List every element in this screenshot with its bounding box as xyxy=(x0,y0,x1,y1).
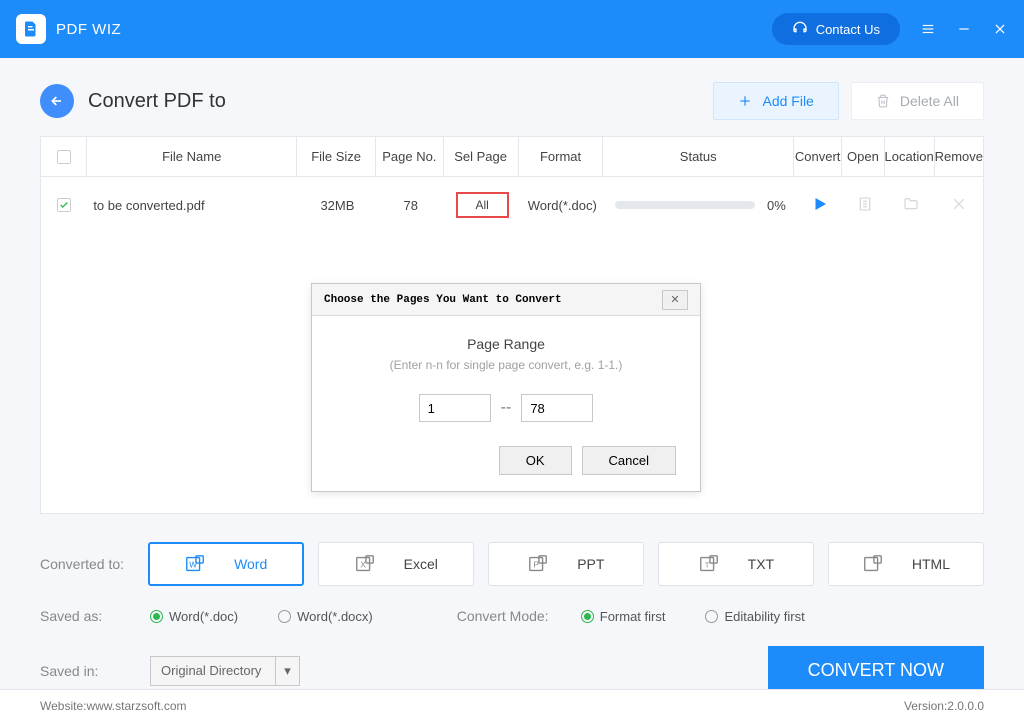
saved-in-dropdown[interactable]: Original Directory ▾ xyxy=(150,656,300,686)
window-controls xyxy=(920,21,1008,37)
th-remove: Remove xyxy=(935,137,983,176)
th-status: Status xyxy=(603,137,794,176)
converted-to-row: Converted to: W Word X Excel P PPT T TXT… xyxy=(40,542,984,586)
contact-us-label: Contact Us xyxy=(816,22,880,37)
dialog-label: Page Range xyxy=(336,336,676,352)
open-row-button[interactable] xyxy=(857,196,873,215)
sel-page-button[interactable]: All xyxy=(456,192,509,218)
convert-now-button[interactable]: CONVERT NOW xyxy=(768,646,984,695)
saved-as-row: Saved as: Word(*.doc) Word(*.docx) Conve… xyxy=(40,608,984,624)
file-icon xyxy=(857,196,873,212)
format-html-label: HTML xyxy=(912,556,950,572)
contact-us-button[interactable]: Contact Us xyxy=(772,13,900,45)
converted-to-label: Converted to: xyxy=(40,556,134,572)
convert-mode-label: Convert Mode: xyxy=(457,608,567,624)
close-icon xyxy=(951,196,967,212)
footer: Website: www.starzsoft.com Version: 2.0.… xyxy=(0,689,1024,721)
location-row-button[interactable] xyxy=(903,196,919,215)
remove-row-button[interactable] xyxy=(951,196,967,215)
th-sel-page: Sel Page xyxy=(444,137,519,176)
dialog-close-button[interactable]: ✕ xyxy=(662,290,688,310)
dialog-cancel-button[interactable]: Cancel xyxy=(582,446,676,475)
format-excel-label: Excel xyxy=(404,556,438,572)
mode-format-first-radio[interactable]: Format first xyxy=(581,609,666,624)
saved-as-label: Saved as: xyxy=(40,608,136,624)
saved-in-label: Saved in: xyxy=(40,663,136,679)
folder-icon xyxy=(903,196,919,212)
dialog-hint: (Enter n-n for single page convert, e.g.… xyxy=(336,358,676,372)
page-range-dialog: Choose the Pages You Want to Convert ✕ P… xyxy=(311,283,701,492)
saved-in-row: Saved in: Original Directory ▾ CONVERT N… xyxy=(40,646,984,695)
cell-page-no: 78 xyxy=(377,177,445,233)
add-file-label: Add File xyxy=(762,93,813,109)
th-format: Format xyxy=(519,137,604,176)
cell-format: Word(*.doc) xyxy=(520,177,605,233)
add-file-button[interactable]: Add File xyxy=(713,82,838,120)
table-header: File Name File Size Page No. Sel Page Fo… xyxy=(41,137,983,177)
app-name: PDF WIZ xyxy=(56,21,121,38)
menu-button[interactable] xyxy=(920,21,936,37)
select-all-checkbox[interactable] xyxy=(57,150,71,164)
version-value: 2.0.0.0 xyxy=(947,699,984,713)
th-size: File Size xyxy=(297,137,376,176)
format-txt-button[interactable]: T TXT xyxy=(658,542,814,586)
website-label: Website: xyxy=(40,699,86,713)
format-ppt-button[interactable]: P PPT xyxy=(488,542,644,586)
file-table: File Name File Size Page No. Sel Page Fo… xyxy=(40,136,984,514)
ppt-icon: P xyxy=(527,553,549,575)
range-to-input[interactable] xyxy=(521,394,593,422)
th-location: Location xyxy=(885,137,935,176)
logo: PDF WIZ xyxy=(16,14,121,44)
progress-pct: 0% xyxy=(767,198,786,213)
arrow-left-icon xyxy=(49,93,65,109)
page-header: Convert PDF to Add File Delete All xyxy=(40,82,984,120)
progress: 0% xyxy=(605,198,796,213)
chevron-down-icon: ▾ xyxy=(275,657,299,685)
table-row: to be converted.pdf 32MB 78 All Word(*.d… xyxy=(41,177,983,233)
format-word-button[interactable]: W Word xyxy=(148,542,304,586)
range-from-input[interactable] xyxy=(419,394,491,422)
convert-row-button[interactable] xyxy=(811,195,829,216)
delete-all-button[interactable]: Delete All xyxy=(851,82,984,120)
format-word-label: Word xyxy=(234,556,267,572)
back-button[interactable] xyxy=(40,84,74,118)
cell-size: 32MB xyxy=(298,177,377,233)
dialog-header: Choose the Pages You Want to Convert ✕ xyxy=(312,284,700,316)
word-icon: W xyxy=(184,553,206,575)
progress-bar xyxy=(615,201,755,209)
saved-as-doc-radio[interactable]: Word(*.doc) xyxy=(150,609,238,624)
dialog-title: Choose the Pages You Want to Convert xyxy=(324,294,562,306)
saved-as-docx-radio[interactable]: Word(*.docx) xyxy=(278,609,373,624)
txt-icon: T xyxy=(698,553,720,575)
svg-text:T: T xyxy=(705,561,710,570)
row-checkbox[interactable] xyxy=(57,198,71,212)
format-ppt-label: PPT xyxy=(577,556,604,572)
excel-icon: X xyxy=(354,553,376,575)
version-label: Version: xyxy=(904,699,947,713)
logo-icon xyxy=(16,14,46,44)
th-convert: Convert xyxy=(794,137,842,176)
headset-icon xyxy=(792,21,808,37)
website-value[interactable]: www.starzsoft.com xyxy=(86,699,186,713)
close-button[interactable] xyxy=(992,21,1008,37)
html-icon xyxy=(862,553,884,575)
th-name: File Name xyxy=(87,137,297,176)
titlebar: PDF WIZ Contact Us xyxy=(0,0,1024,58)
cell-name: to be converted.pdf xyxy=(87,177,298,233)
dialog-ok-button[interactable]: OK xyxy=(499,446,572,475)
th-page-no: Page No. xyxy=(376,137,443,176)
trash-icon xyxy=(876,94,890,108)
range-dash: -- xyxy=(501,399,512,417)
delete-all-label: Delete All xyxy=(900,93,959,109)
format-txt-label: TXT xyxy=(748,556,774,572)
plus-icon xyxy=(738,94,752,108)
th-open: Open xyxy=(842,137,884,176)
format-excel-button[interactable]: X Excel xyxy=(318,542,474,586)
mode-edit-first-radio[interactable]: Editability first xyxy=(705,609,804,624)
page-title: Convert PDF to xyxy=(88,90,226,113)
format-html-button[interactable]: HTML xyxy=(828,542,984,586)
saved-in-value: Original Directory xyxy=(161,663,261,678)
minimize-button[interactable] xyxy=(956,21,972,37)
